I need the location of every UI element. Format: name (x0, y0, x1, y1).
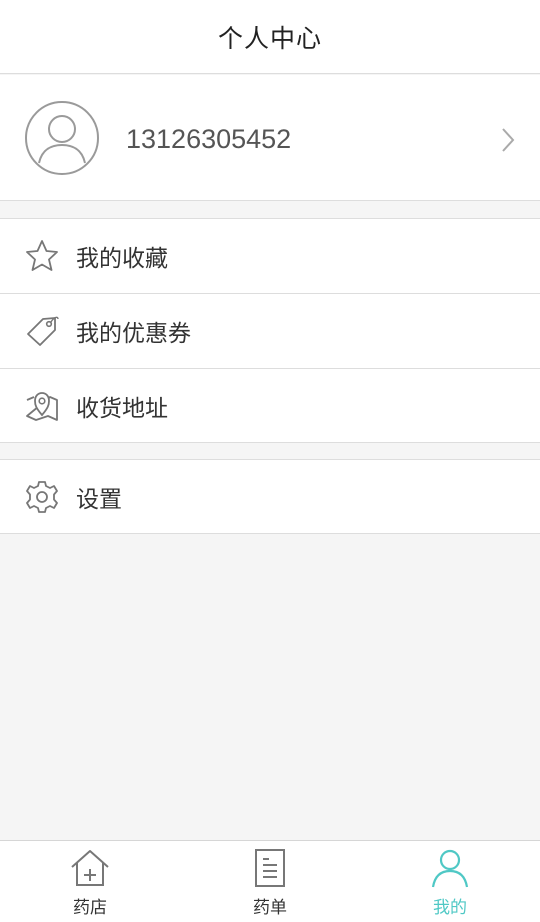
star-icon (26, 240, 58, 271)
gear-icon (26, 481, 58, 513)
app: 个人中心 13126305452 我的收藏 我的优惠券 收货地址 设置 药店 药… (0, 0, 540, 922)
tab-pharmacy[interactable]: 药店 (0, 841, 180, 922)
menu-item-settings[interactable]: 设置 (0, 460, 540, 534)
menu-item-favorites[interactable]: 我的收藏 (0, 219, 540, 293)
menu-item-label: 收货地址 (76, 396, 168, 422)
avatar-icon (25, 101, 99, 175)
bottom-tab-bar: 药店 药单 我的 (0, 840, 540, 922)
menu-item-address[interactable]: 收货地址 (0, 368, 540, 443)
tab-label: 药单 (253, 898, 287, 918)
map-pin-icon (26, 392, 58, 421)
page-title: 个人中心 (217, 23, 322, 53)
tag-icon (27, 316, 59, 346)
chevron-right-icon (502, 128, 515, 152)
tab-label: 我的 (433, 898, 467, 918)
user-icon (431, 849, 469, 888)
menu-item-label: 我的收藏 (76, 246, 168, 272)
tab-label: 药店 (73, 898, 107, 918)
document-icon (255, 849, 285, 887)
profile-card[interactable]: 13126305452 (0, 75, 540, 201)
tab-prescription[interactable]: 药单 (180, 841, 360, 922)
user-phone: 13126305452 (126, 124, 292, 154)
home-plus-icon (71, 850, 109, 886)
menu-item-coupons[interactable]: 我的优惠券 (0, 293, 540, 368)
menu-group-settings: 设置 (0, 459, 540, 534)
menu-item-label: 设置 (76, 487, 122, 513)
tab-mine[interactable]: 我的 (360, 841, 540, 922)
menu-item-label: 我的优惠券 (76, 321, 191, 347)
header: 个人中心 (0, 0, 540, 74)
menu-group-account: 我的收藏 我的优惠券 收货地址 (0, 218, 540, 443)
